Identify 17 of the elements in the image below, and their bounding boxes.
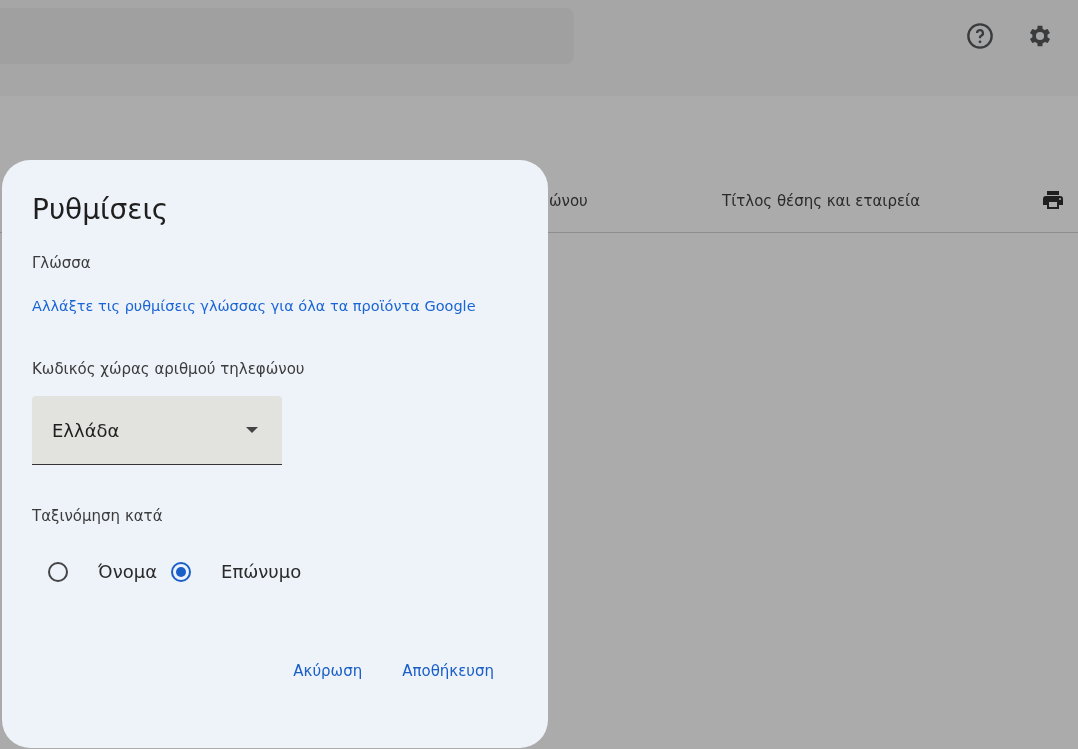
section-label: Κωδικός χώρας αριθμού τηλεφώνου xyxy=(32,360,306,378)
cancel-button[interactable]: Ακύρωση xyxy=(283,654,373,688)
column-header: Τίτλος θέσης και εταιρεία xyxy=(722,192,921,210)
save-button[interactable]: Αποθήκευση xyxy=(392,654,504,688)
language-settings-link[interactable]: Αλλάξτε τις ρυθμίσεις γλώσσας για όλα τα προϊόντα Google xyxy=(32,298,518,314)
section-label: Γλώσσα xyxy=(32,254,92,272)
dialog-title: Ρυθμίσεις xyxy=(32,192,170,228)
radio-button[interactable] xyxy=(171,561,191,582)
radio-label[interactable]: Όνομα xyxy=(98,561,157,582)
caret-icon xyxy=(246,427,258,433)
radio-button[interactable] xyxy=(48,561,68,582)
help-icon[interactable] xyxy=(966,22,994,50)
radio-label[interactable]: Επώνυμο xyxy=(221,561,302,582)
print-icon[interactable] xyxy=(1041,188,1065,212)
column-header: ώνου xyxy=(549,192,588,210)
country-select[interactable]: Ελλάδα xyxy=(32,396,282,465)
section-label: Ταξινόμηση κατά xyxy=(32,507,164,525)
